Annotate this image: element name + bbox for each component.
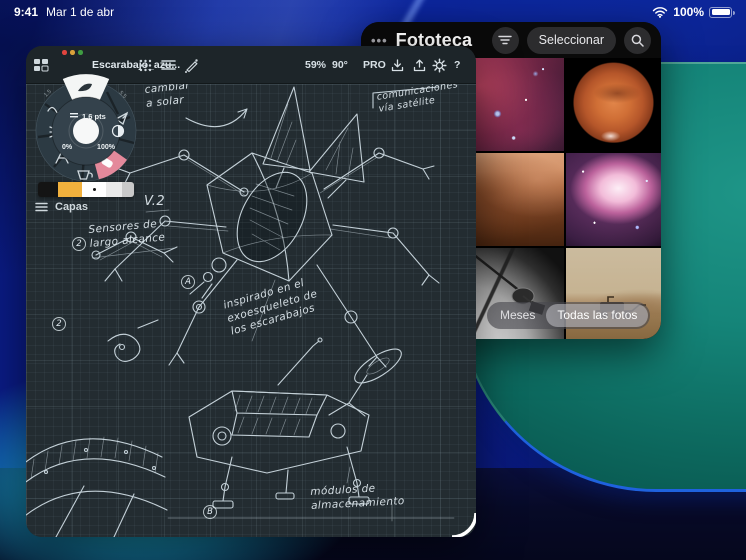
segment-todas-las-fotos[interactable]: Todas las fotos (546, 304, 648, 327)
tray-down-icon (390, 58, 405, 73)
drawing-window: Escarabajo_azu... (26, 46, 476, 537)
annotation-version: V.2 (144, 194, 165, 211)
zoom-level[interactable]: 59% (305, 59, 326, 71)
select-button[interactable]: Seleccionar (527, 27, 616, 54)
settings-button[interactable] (430, 56, 448, 74)
annotation-cambiar: cambiar a solar (144, 79, 192, 111)
filter-lines-icon (498, 35, 512, 45)
palette-swatch[interactable] (38, 182, 58, 197)
view-options-button[interactable] (492, 27, 519, 54)
lines-menu-icon (161, 59, 176, 71)
opacity-min-label: 0% (62, 144, 73, 151)
window-dot-red (62, 50, 67, 55)
palette-swatch[interactable] (106, 182, 122, 197)
help-button[interactable]: ? (454, 59, 460, 71)
status-time: 9:41 (14, 5, 38, 19)
tool-wheel[interactable]: 1.6 pts 0% 100% 1.5 5.5 (26, 71, 146, 191)
photo-grid (469, 58, 661, 339)
photo-tile[interactable] (469, 58, 564, 151)
segment-meses[interactable]: Meses (489, 304, 546, 327)
palette-swatch-selected[interactable] (82, 182, 106, 197)
grid-dots-icon (139, 59, 152, 72)
annotation-marker: A (181, 275, 195, 289)
annotation-marker: B (203, 505, 217, 519)
layers-button-label: Capas (55, 201, 88, 213)
window-control-dots[interactable] (62, 50, 83, 55)
window-dot-yellow (70, 50, 75, 55)
timeline-segmented-control: Meses Todas las fotos (487, 302, 650, 329)
battery-percent: 100% (673, 5, 704, 19)
palette-swatch[interactable] (122, 182, 134, 197)
search-button[interactable] (624, 27, 651, 54)
status-bar: 9:41 Mar 1 de abr 100% (0, 0, 746, 24)
selection-tool-button[interactable] (182, 56, 200, 74)
palette-swatch[interactable] (58, 182, 82, 197)
layers-button[interactable]: Capas (35, 201, 88, 213)
status-date: Mar 1 de abr (46, 5, 114, 19)
rotation-value[interactable]: 90° (332, 59, 348, 71)
annotation-comunicaciones: comunicaciones vía satélite (376, 79, 461, 116)
photo-tile[interactable] (469, 153, 564, 246)
annotation-modulos: módulos de almacenamiento (310, 481, 405, 513)
search-icon (631, 34, 644, 47)
tray-up-icon (412, 58, 427, 73)
ipad-screen: 9:41 Mar 1 de abr 100% ••• Fototeca (0, 0, 746, 560)
annotation-marker: 2 (72, 237, 86, 251)
gear-icon (432, 58, 447, 73)
annotation-sensores: Sensores de largo alcance (88, 217, 166, 251)
opacity-max-label: 100% (97, 144, 116, 151)
photo-tile[interactable] (566, 58, 661, 151)
wifi-icon (652, 6, 668, 18)
annotation-inspirado: inspirado en el exoesqueleto de los esca… (222, 274, 323, 339)
import-button[interactable] (388, 56, 406, 74)
pro-badge[interactable]: PRO (363, 59, 386, 71)
layers-lines-icon (35, 202, 48, 212)
annotation-marker: 2 (52, 317, 66, 331)
selection-pen-icon (184, 58, 199, 73)
color-palette (38, 182, 134, 197)
wheel-center-button[interactable] (73, 118, 99, 144)
export-button[interactable] (410, 56, 428, 74)
photo-tile[interactable] (566, 153, 661, 246)
view-menu-button[interactable] (159, 56, 177, 74)
battery-icon (709, 7, 732, 18)
window-dot-green (78, 50, 83, 55)
